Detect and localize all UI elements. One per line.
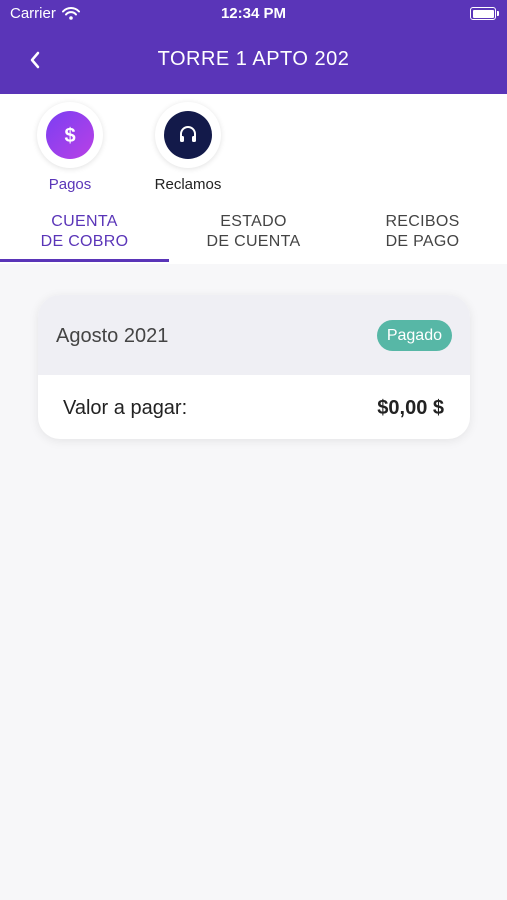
tab-bar: CUENTA DE COBRO ESTADO DE CUENTA RECIBOS… <box>0 198 507 264</box>
battery-icon <box>470 7 499 20</box>
tab-label-line1: ESTADO <box>220 213 287 230</box>
bill-card-header: Agosto 2021 Pagado <box>38 295 470 375</box>
tab-label-line2: DE PAGO <box>385 233 460 250</box>
dollar-icon: $ <box>46 111 94 159</box>
chevron-left-icon <box>30 51 40 69</box>
status-badge: Pagado <box>376 320 452 351</box>
tab-label-line2: DE CUENTA <box>206 233 301 250</box>
tab-label-line1: RECIBOS <box>385 213 460 230</box>
amount-label: Valor a pagar: <box>63 397 188 419</box>
shortcuts-bar: $ Pagos Reclamos <box>0 94 507 198</box>
tab-cuenta-de-cobro[interactable]: CUENTA DE COBRO <box>0 198 169 264</box>
bill-card-body: Valor a pagar: $0,00 $ <box>38 375 470 439</box>
reclamos-shortcut[interactable]: Reclamos <box>143 102 233 193</box>
back-button[interactable] <box>22 46 48 74</box>
tab-recibos-de-pago[interactable]: RECIBOS DE PAGO <box>338 198 507 264</box>
reclamos-label: Reclamos <box>154 176 222 193</box>
pagos-label: Pagos <box>48 176 92 193</box>
app-header: Carrier 12:34 PM TORRE 1 APTO 202 <box>0 0 507 94</box>
bill-month: Agosto 2021 <box>56 325 169 347</box>
svg-text:$: $ <box>64 125 75 147</box>
bill-card[interactable]: Agosto 2021 Pagado Valor a pagar: $0,00 … <box>38 295 470 439</box>
amount-value: $0,00 $ <box>377 397 444 419</box>
tab-estado-de-cuenta[interactable]: ESTADO DE CUENTA <box>169 198 338 264</box>
pagos-shortcut[interactable]: $ Pagos <box>25 102 115 193</box>
page-title: TORRE 1 APTO 202 <box>157 48 350 70</box>
status-bar: Carrier 12:34 PM <box>0 0 507 28</box>
tab-label-line2: DE COBRO <box>40 233 129 250</box>
tab-label-line1: CUENTA <box>51 213 118 230</box>
headset-icon <box>164 111 212 159</box>
clock: 12:34 PM <box>220 5 287 22</box>
